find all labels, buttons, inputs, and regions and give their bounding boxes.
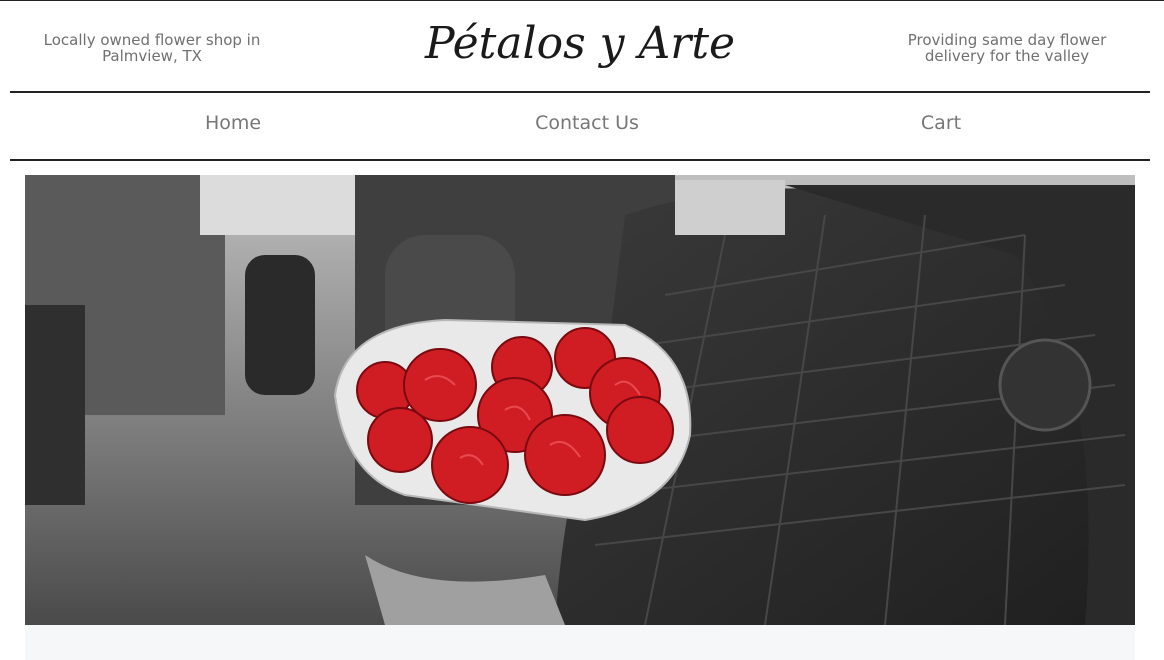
nav-cart[interactable]: Cart: [841, 112, 1041, 134]
main-nav: Home Contact Us Cart: [10, 91, 1150, 161]
tagline-left: Locally owned flower shop in Palmview, T…: [43, 31, 261, 65]
logo-text: Pétalos y Arte: [424, 18, 735, 69]
content-area: [25, 625, 1135, 660]
hero-photo: [25, 175, 1135, 625]
site-header: Locally owned flower shop in Palmview, T…: [0, 0, 1164, 92]
hero-image: [25, 175, 1135, 625]
nav-contact-us[interactable]: Contact Us: [487, 112, 687, 134]
logo-wordmark: Pétalos y Arte: [424, 18, 735, 69]
tagline-right: Providing same day flower delivery for t…: [907, 31, 1107, 65]
site-logo[interactable]: Pétalos y Arte: [380, 0, 780, 92]
nav-home[interactable]: Home: [133, 112, 333, 134]
